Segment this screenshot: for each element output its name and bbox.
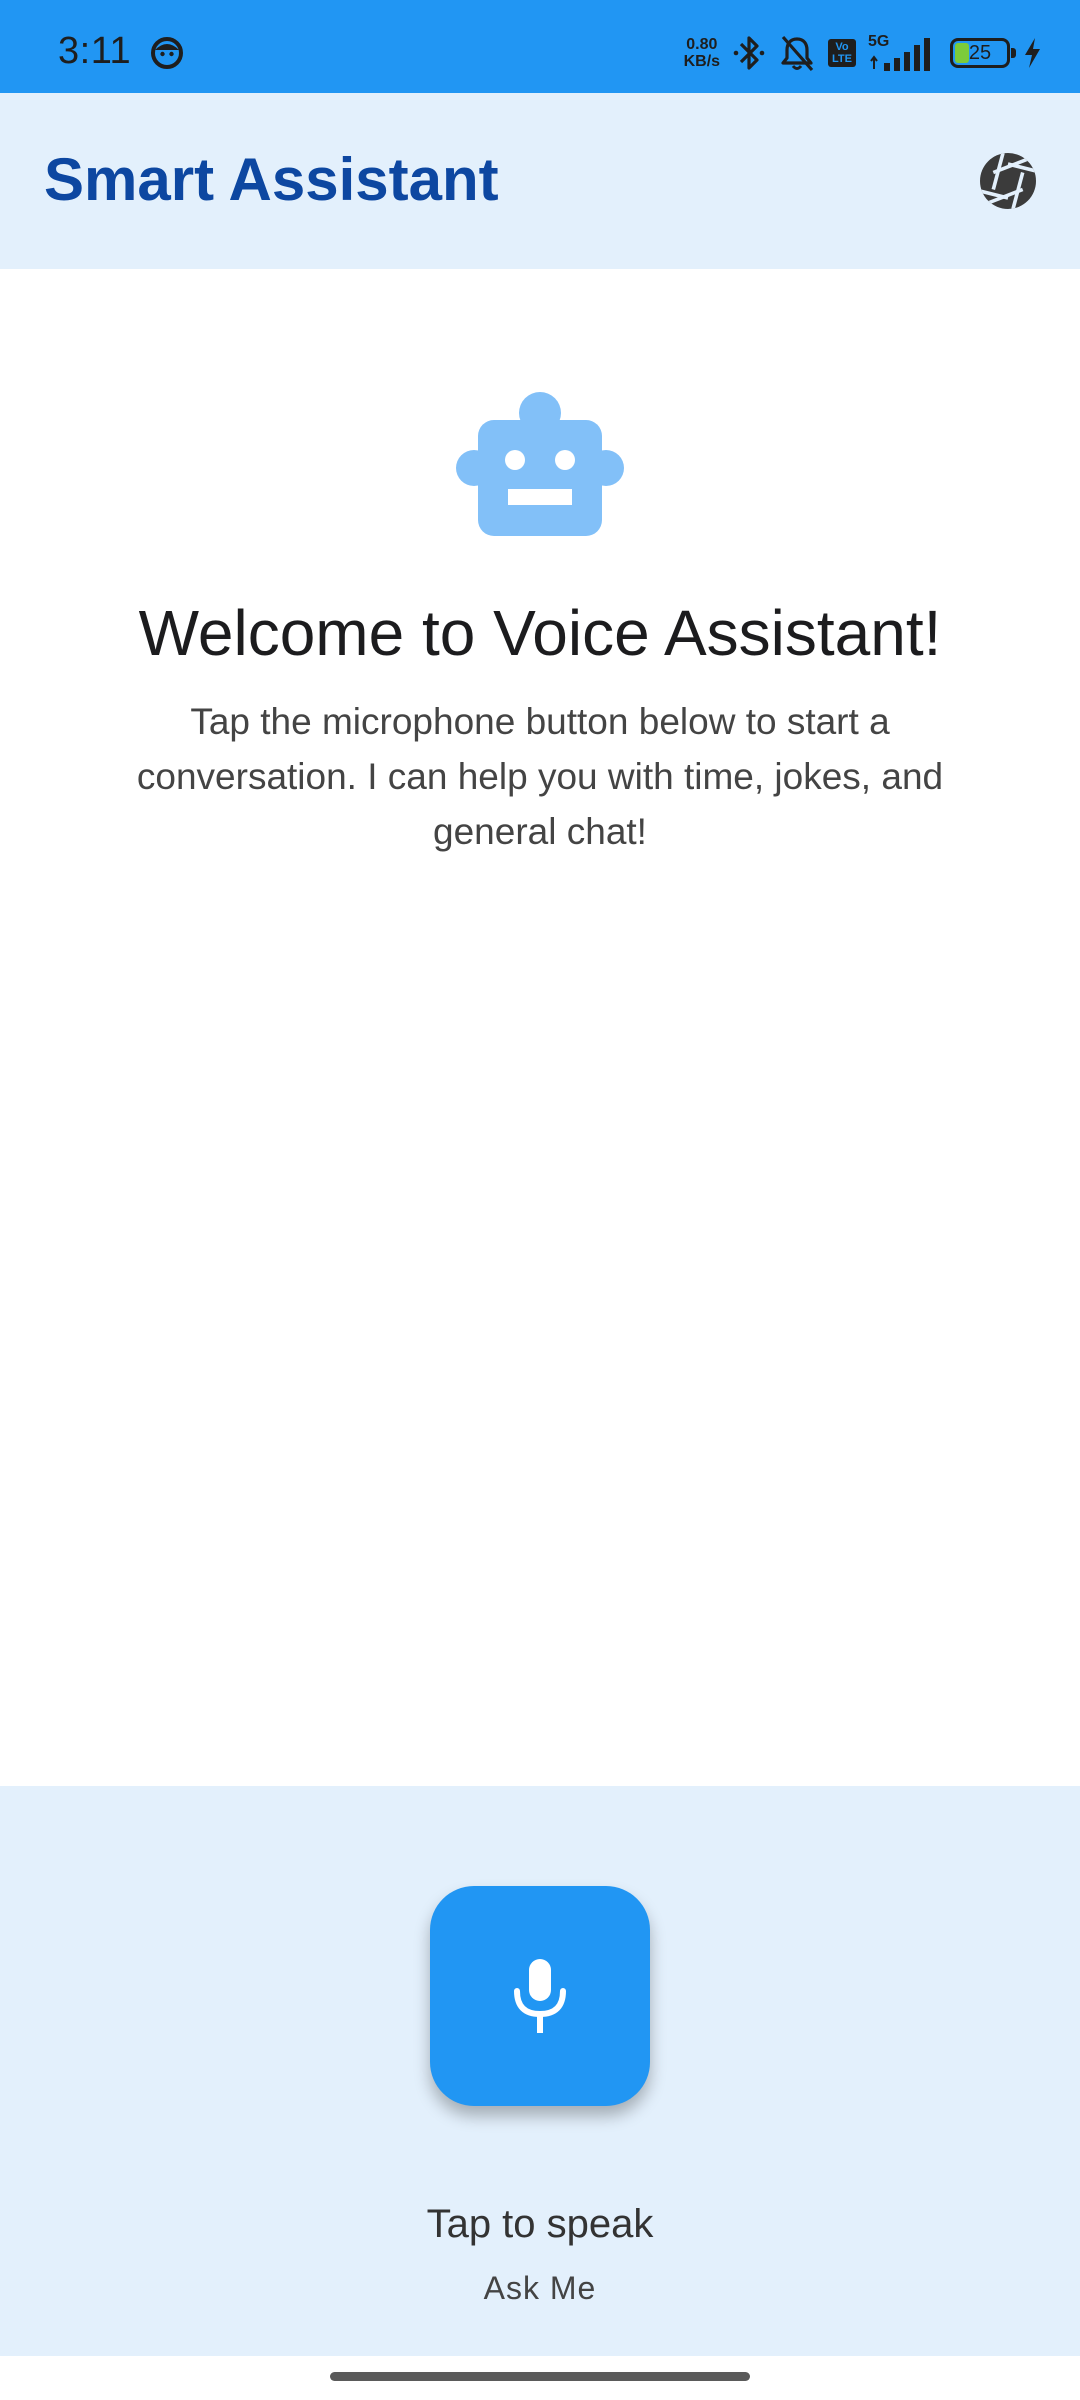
aperture-icon[interactable]: [978, 151, 1038, 211]
microphone-button[interactable]: [430, 1886, 650, 2106]
bell-off-icon: [781, 35, 814, 72]
tap-to-speak-label: Tap to speak: [426, 2202, 654, 2246]
home-indicator[interactable]: [330, 2372, 750, 2381]
signal-icon: 5G: [868, 33, 934, 73]
bluetooth-icon: [733, 36, 765, 70]
status-bar: 3:11 0.80 KB/s Vo LTE 5G 25: [0, 0, 1080, 93]
face-icon: [151, 37, 183, 69]
network-speed-unit: KB/s: [683, 53, 721, 70]
welcome-title: Welcome to Voice Assistant!: [138, 597, 942, 669]
robot-icon: [456, 392, 624, 536]
welcome-subtitle: Tap the microphone button below to start…: [136, 701, 944, 852]
volte-top-label: Vo: [835, 41, 849, 53]
battery-tip: [1011, 48, 1016, 58]
ask-me-label: Ask Me: [483, 2270, 597, 2306]
network-speed: 0.80 KB/s: [684, 36, 720, 70]
app-title: Smart Assistant: [44, 146, 499, 213]
microphone-icon: [514, 1959, 566, 2033]
volte-icon: Vo LTE: [828, 39, 856, 67]
volte-bottom-label: LTE: [832, 53, 852, 65]
battery-icon: 25: [950, 38, 1016, 68]
app-bar: Smart Assistant: [0, 93, 1080, 269]
charging-icon: [1025, 38, 1040, 68]
voice-panel: Tap to speak Ask Me: [0, 1786, 1080, 2356]
status-icons: 0.80 KB/s Vo LTE 5G 25: [684, 28, 1042, 78]
network-speed-value: 0.80: [686, 36, 718, 53]
battery-level: 25: [968, 42, 992, 64]
status-time: 3:11: [58, 30, 132, 72]
